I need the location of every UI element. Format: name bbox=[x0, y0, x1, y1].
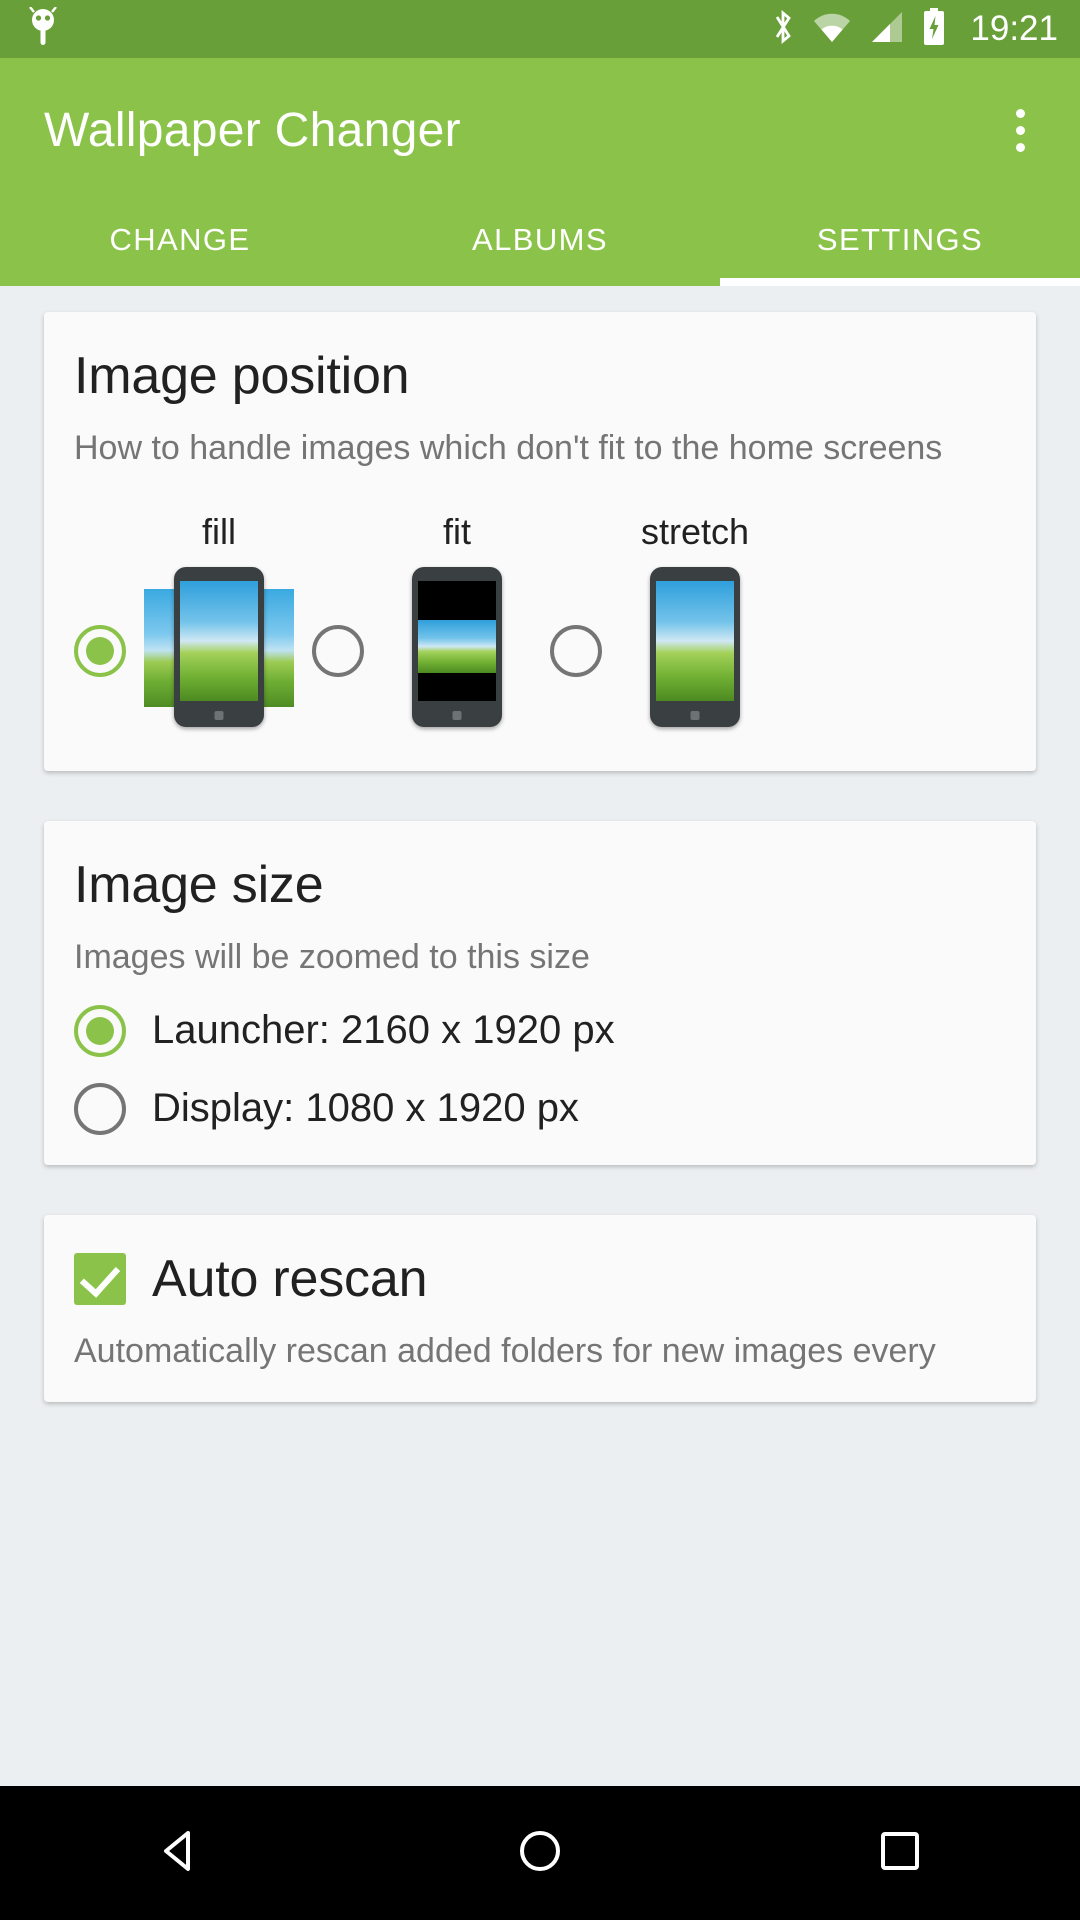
radio-fill[interactable] bbox=[74, 625, 126, 678]
home-icon bbox=[514, 1825, 566, 1882]
option-stretch[interactable]: stretch bbox=[550, 511, 788, 737]
settings-scroll-area[interactable]: Image position How to handle images whic… bbox=[0, 286, 1080, 1786]
overflow-dot-icon bbox=[1015, 126, 1025, 135]
image-position-title: Image position bbox=[74, 347, 410, 405]
phone-home-button-icon bbox=[690, 711, 700, 721]
phone-home-button-icon bbox=[452, 711, 462, 721]
auto-rescan-header[interactable]: Auto rescan bbox=[74, 1249, 1006, 1309]
phone-screen bbox=[656, 581, 734, 702]
image-size-title: Image size bbox=[74, 856, 324, 915]
image-position-options: fill fit stretch bbox=[74, 511, 1006, 741]
option-fit[interactable]: fit bbox=[312, 511, 550, 737]
phone-body-icon bbox=[174, 567, 264, 728]
radio-launcher-size[interactable] bbox=[74, 1004, 126, 1057]
thumb-stretch[interactable]: stretch bbox=[620, 511, 770, 737]
nav-home-button[interactable] bbox=[480, 1786, 600, 1920]
option-fill[interactable]: fill bbox=[74, 511, 312, 737]
app-bar: Wallpaper Changer CHANGE ALBUMS SETTINGS bbox=[0, 58, 1080, 286]
image-size-subtitle: Images will be zoomed to this size bbox=[74, 938, 590, 977]
tab-albums[interactable]: ALBUMS bbox=[360, 203, 720, 286]
option-display-size[interactable]: Display: 1080 x 1920 px bbox=[74, 1082, 1006, 1135]
radio-stretch[interactable] bbox=[550, 625, 602, 678]
thumb-fill[interactable]: fill bbox=[144, 511, 294, 737]
card-image-size: Image size Images will be zoomed to this… bbox=[44, 821, 1036, 1165]
nav-back-button[interactable] bbox=[120, 1786, 240, 1920]
radio-display-size[interactable] bbox=[74, 1082, 126, 1135]
phone-screen bbox=[418, 581, 496, 702]
app-bar-row: Wallpaper Changer bbox=[0, 58, 1080, 203]
option-stretch-label: stretch bbox=[640, 511, 750, 553]
checkbox-auto-rescan[interactable] bbox=[74, 1252, 126, 1305]
tab-settings[interactable]: SETTINGS bbox=[720, 203, 1080, 286]
option-launcher-size[interactable]: Launcher: 2160 x 1920 px bbox=[74, 1004, 1006, 1057]
wifi-icon bbox=[812, 10, 852, 49]
status-bar-right: 19:21 bbox=[770, 7, 1058, 51]
phone-body-icon bbox=[650, 567, 740, 728]
recents-icon bbox=[874, 1825, 926, 1882]
back-icon bbox=[154, 1825, 206, 1882]
card-auto-rescan: Auto rescan Automatically rescan added f… bbox=[44, 1214, 1036, 1403]
status-bar: 19:21 bbox=[0, 0, 1080, 58]
option-display-size-label: Display: 1080 x 1920 px bbox=[152, 1086, 579, 1131]
overflow-dot-icon bbox=[1015, 143, 1025, 152]
android-bug-icon bbox=[26, 5, 60, 52]
image-position-subtitle: How to handle images which don't fit to … bbox=[74, 429, 943, 467]
phone-preview-fill bbox=[144, 567, 294, 737]
overflow-dot-icon bbox=[1015, 109, 1025, 118]
phone-screen bbox=[180, 581, 258, 702]
phone-preview-fit bbox=[382, 567, 532, 737]
battery-charging-icon bbox=[922, 7, 946, 51]
radio-fit[interactable] bbox=[312, 625, 364, 678]
phone-preview-stretch bbox=[620, 567, 770, 737]
thumb-fit[interactable]: fit bbox=[382, 511, 532, 737]
card-image-position: Image position How to handle images whic… bbox=[44, 312, 1036, 772]
auto-rescan-subtitle: Automatically rescan added folders for n… bbox=[74, 1331, 936, 1370]
phone-home-button-icon bbox=[214, 711, 224, 721]
phone-body-icon bbox=[412, 567, 502, 728]
nav-recents-button[interactable] bbox=[840, 1786, 960, 1920]
option-launcher-size-label: Launcher: 2160 x 1920 px bbox=[152, 1008, 615, 1053]
auto-rescan-title: Auto rescan bbox=[152, 1249, 428, 1308]
page-title: Wallpaper Changer bbox=[44, 104, 461, 157]
option-fill-label: fill bbox=[202, 511, 236, 553]
system-navigation-bar bbox=[0, 1786, 1080, 1920]
cell-signal-icon bbox=[868, 10, 906, 49]
status-bar-clock: 19:21 bbox=[970, 9, 1058, 48]
tab-change[interactable]: CHANGE bbox=[0, 203, 360, 286]
bluetooth-icon bbox=[770, 8, 796, 51]
overflow-menu-button[interactable] bbox=[992, 95, 1048, 167]
option-fit-label: fit bbox=[442, 511, 471, 553]
tab-bar: CHANGE ALBUMS SETTINGS bbox=[0, 203, 1080, 286]
status-bar-left bbox=[26, 5, 60, 52]
